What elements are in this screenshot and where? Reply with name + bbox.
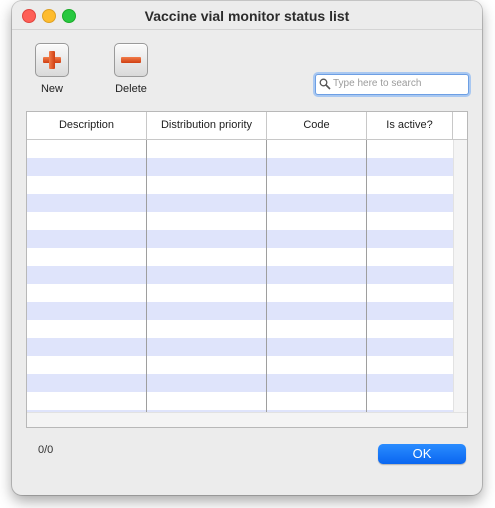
delete-button-label: Delete [115, 83, 147, 95]
new-button-label: New [40, 83, 63, 95]
column-header-is-active[interactable]: Is active? [367, 112, 453, 139]
table-row[interactable] [27, 140, 453, 158]
column-header-code[interactable]: Code [267, 112, 367, 139]
column-header-distribution-priority[interactable]: Distribution priority [147, 112, 267, 139]
column-divider [146, 140, 147, 412]
new-button[interactable]: New [22, 43, 82, 95]
table-row[interactable] [27, 266, 453, 284]
column-divider [366, 140, 367, 412]
table-row[interactable] [27, 302, 453, 320]
record-count: 0/0 [38, 444, 54, 456]
window-title: Vaccine vial monitor status list [144, 8, 350, 24]
table-row[interactable] [27, 230, 453, 248]
search-input[interactable] [333, 76, 463, 91]
table-body[interactable] [27, 140, 453, 412]
dialog-window: Vaccine vial monitor status list New Del… [12, 1, 482, 495]
table-row[interactable] [27, 248, 453, 266]
table-row[interactable] [27, 392, 453, 410]
column-divider [266, 140, 267, 412]
search-field[interactable] [315, 74, 469, 95]
table-row[interactable] [27, 194, 453, 212]
table-row[interactable] [27, 338, 453, 356]
table-row[interactable] [27, 158, 453, 176]
add-icon[interactable] [35, 43, 69, 77]
table-row[interactable] [27, 212, 453, 230]
search-icon [319, 78, 331, 90]
vertical-scrollbar[interactable] [453, 140, 467, 412]
horizontal-scrollbar[interactable] [27, 412, 467, 427]
table-row[interactable] [27, 284, 453, 302]
ok-button[interactable]: OK [378, 444, 466, 464]
column-header-description[interactable]: Description [27, 112, 147, 139]
table-row[interactable] [27, 320, 453, 338]
table-row[interactable] [27, 356, 453, 374]
table-row[interactable] [27, 374, 453, 392]
table-header: Description Distribution priority Code I… [27, 112, 467, 140]
status-table[interactable]: Description Distribution priority Code I… [26, 111, 468, 428]
title-bar: Vaccine vial monitor status list [12, 1, 482, 30]
delete-button[interactable]: Delete [101, 43, 161, 95]
table-row[interactable] [27, 176, 453, 194]
remove-icon[interactable] [114, 43, 148, 77]
